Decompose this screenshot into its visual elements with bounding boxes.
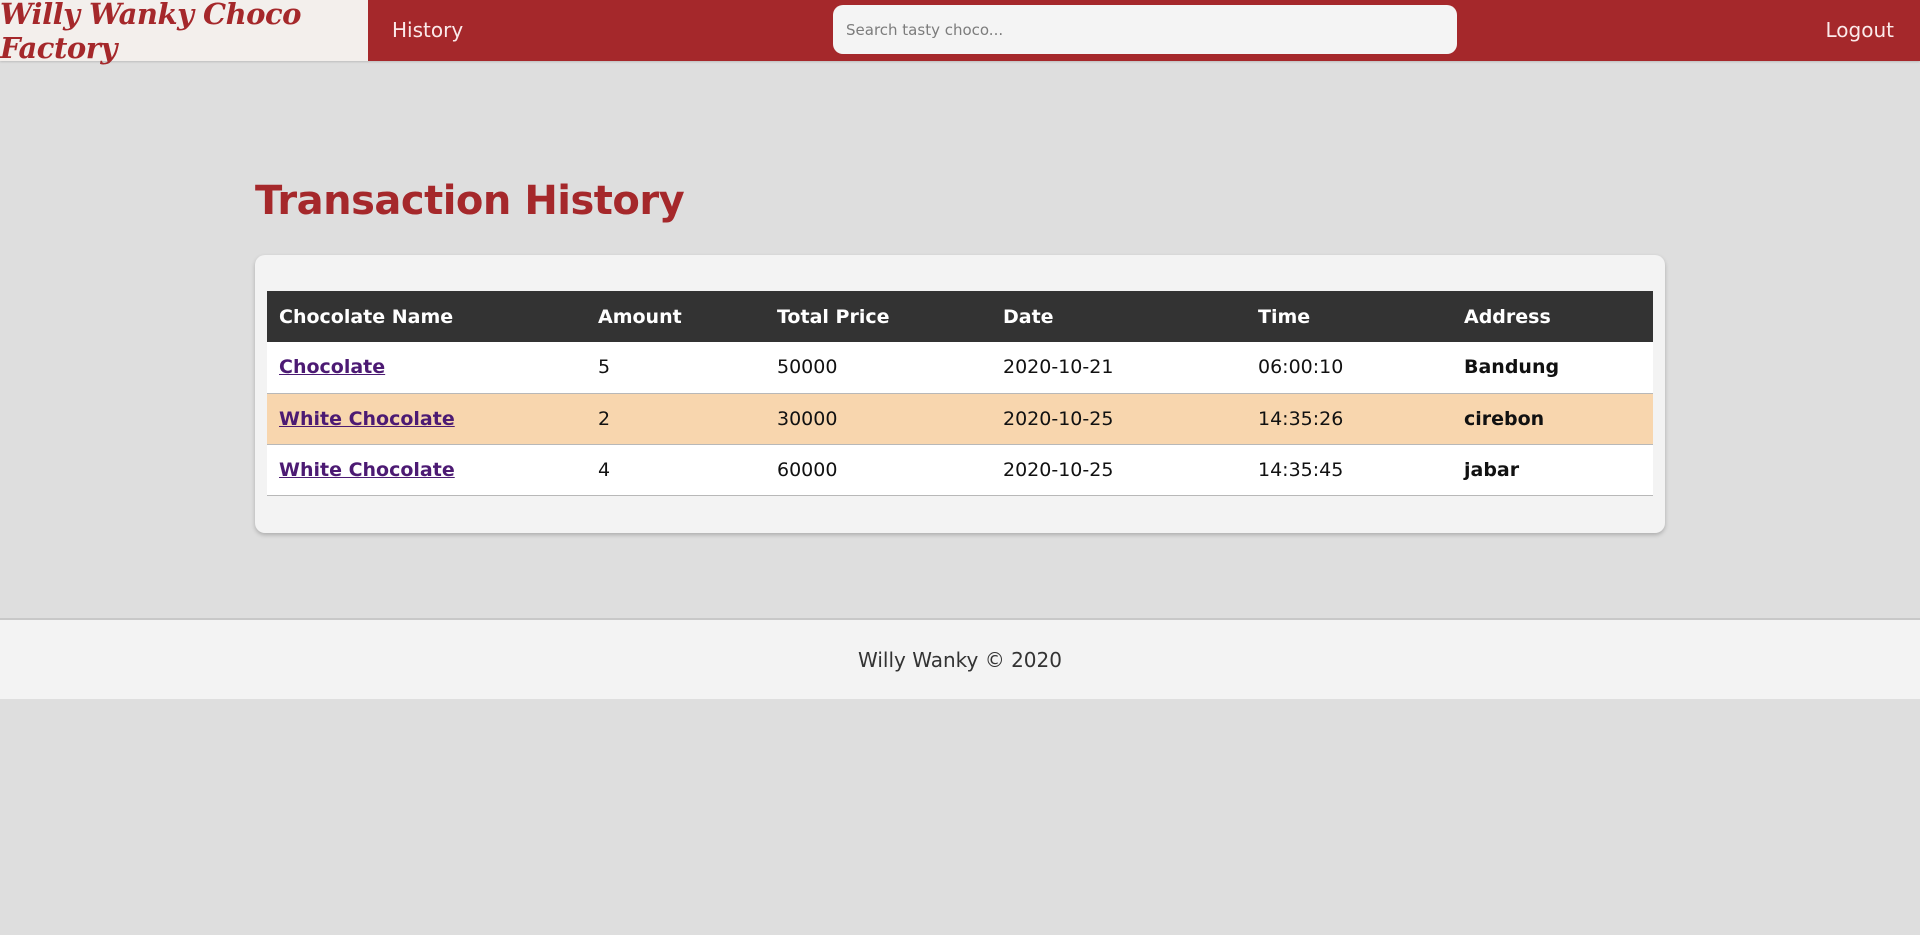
- transaction-card: Chocolate Name Amount Total Price Date T…: [255, 255, 1665, 533]
- cell-date: 2020-10-25: [991, 393, 1246, 445]
- table-header-row: Chocolate Name Amount Total Price Date T…: [267, 291, 1653, 342]
- cell-chocolate-name: White Chocolate: [267, 444, 586, 496]
- chocolate-link[interactable]: White Chocolate: [279, 459, 455, 481]
- search-input[interactable]: [833, 5, 1457, 54]
- cell-address: jabar: [1452, 444, 1653, 496]
- cell-amount: 5: [586, 342, 765, 394]
- transaction-table: Chocolate Name Amount Total Price Date T…: [267, 291, 1653, 496]
- col-header-address: Address: [1452, 291, 1653, 342]
- cell-date: 2020-10-25: [991, 444, 1246, 496]
- cell-time: 14:35:26: [1246, 393, 1452, 445]
- col-header-time: Time: [1246, 291, 1452, 342]
- chocolate-link[interactable]: White Chocolate: [279, 408, 455, 430]
- cell-total-price: 60000: [765, 444, 991, 496]
- cell-time: 06:00:10: [1246, 342, 1452, 394]
- table-row: White Chocolate 2 30000 2020-10-25 14:35…: [267, 393, 1653, 445]
- brand-logo-link[interactable]: Willy Wanky Choco Factory: [0, 0, 368, 65]
- cell-chocolate-name: Chocolate: [267, 342, 586, 394]
- col-header-chocolate-name: Chocolate Name: [267, 291, 586, 342]
- footer-copyright: Willy Wanky © 2020: [858, 647, 1062, 672]
- chocolate-link[interactable]: Chocolate: [279, 356, 385, 378]
- cell-address: cirebon: [1452, 393, 1653, 445]
- table-row: Chocolate 5 50000 2020-10-21 06:00:10 Ba…: [267, 342, 1653, 394]
- top-navbar: Willy Wanky Choco Factory History Logout: [0, 0, 1920, 65]
- cell-total-price: 50000: [765, 342, 991, 394]
- cell-time: 14:35:45: [1246, 444, 1452, 496]
- col-header-total-price: Total Price: [765, 291, 991, 342]
- cell-address: Bandung: [1452, 342, 1653, 394]
- cell-amount: 4: [586, 444, 765, 496]
- page-title: Transaction History: [255, 178, 685, 224]
- page-footer: Willy Wanky © 2020: [0, 618, 1920, 699]
- cell-date: 2020-10-21: [991, 342, 1246, 394]
- cell-chocolate-name: White Chocolate: [267, 393, 586, 445]
- col-header-amount: Amount: [586, 291, 765, 342]
- nav-history-link[interactable]: History: [392, 0, 463, 61]
- cell-total-price: 30000: [765, 393, 991, 445]
- logout-link[interactable]: Logout: [1826, 0, 1894, 61]
- table-row: White Chocolate 4 60000 2020-10-25 14:35…: [267, 444, 1653, 496]
- cell-amount: 2: [586, 393, 765, 445]
- col-header-date: Date: [991, 291, 1246, 342]
